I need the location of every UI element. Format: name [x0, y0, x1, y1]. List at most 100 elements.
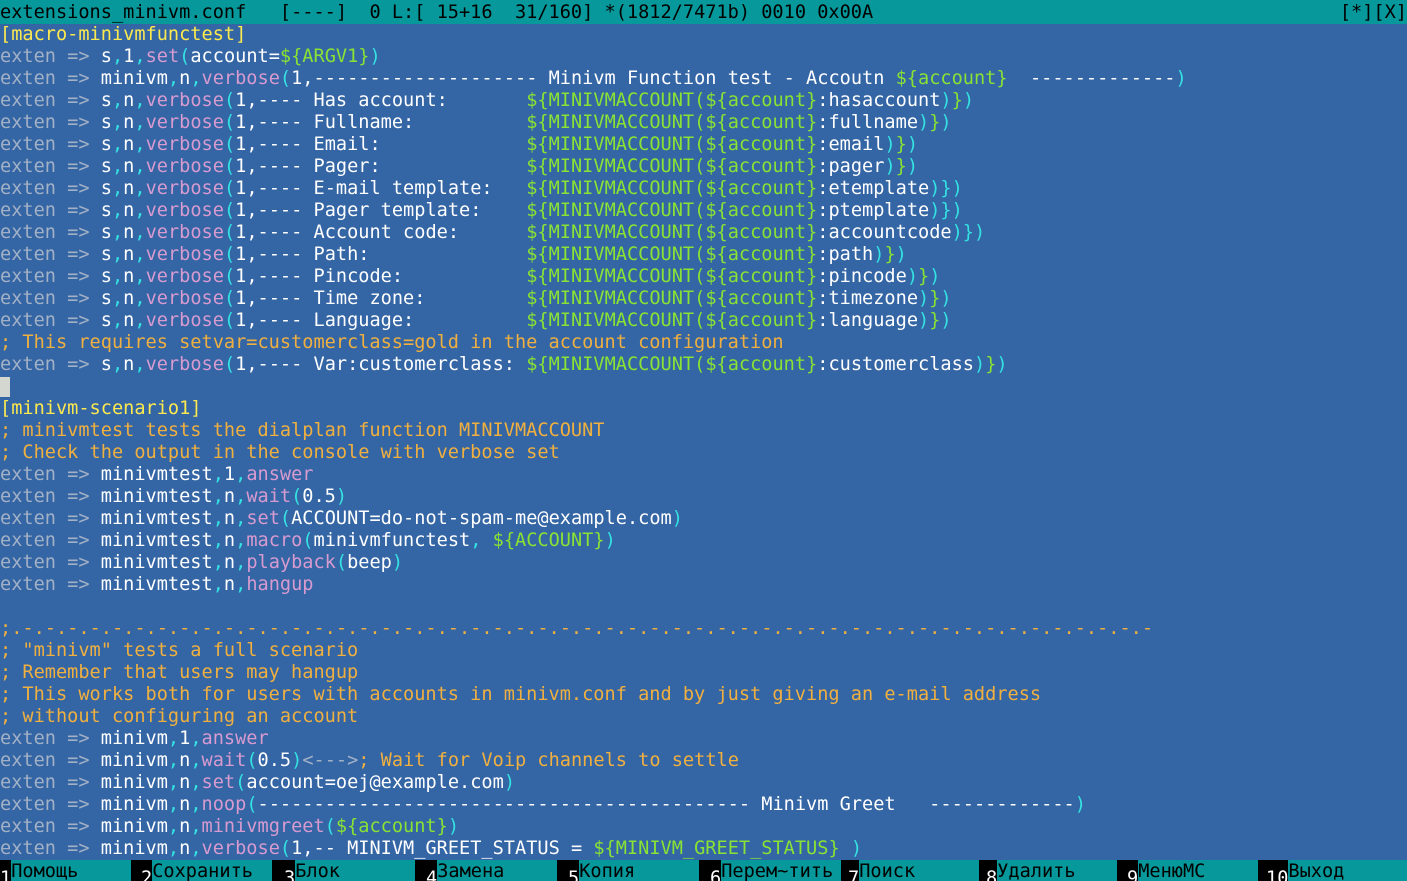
- code-token: set: [201, 772, 236, 793]
- code-token: hangup: [246, 574, 314, 595]
- code-token: minivm: [100, 838, 168, 859]
- code-token: ${MINIVMACCOUNT(${account}: [526, 266, 818, 287]
- code-token: minivm: [100, 816, 168, 837]
- code-token: }: [929, 310, 941, 331]
- code-token: verbose: [145, 310, 224, 331]
- code-token: exten =>: [0, 288, 101, 309]
- code-token: exten =>: [0, 134, 101, 155]
- code-token: (: [223, 90, 236, 111]
- code-token: :customerclass: [817, 354, 974, 375]
- code-token: ): [447, 816, 460, 837]
- code-token: 1,---- Email:: [235, 134, 527, 155]
- code-token: 1,---- Time zone:: [235, 288, 527, 309]
- code-token: exten =>: [0, 772, 101, 793]
- text-cursor: [0, 377, 10, 397]
- code-token: ,: [167, 68, 180, 89]
- fkey-5-button[interactable]: 5Копия: [568, 860, 709, 881]
- code-line: ; "minivm" tests a full scenario: [0, 640, 1407, 662]
- editor-text-area[interactable]: [macro-minivmfunctest] exten => s,1,set(a…: [0, 24, 1407, 860]
- code-token: (: [223, 244, 236, 265]
- status-left: extensions_minivm.conf [----] 0 L:[ 15+1…: [0, 0, 873, 26]
- code-token: ,: [111, 90, 124, 111]
- code-token: n: [123, 222, 135, 243]
- code-token: verbose: [201, 838, 280, 859]
- code-token: verbose: [145, 222, 224, 243]
- code-token: minivmfunctest: [313, 530, 471, 551]
- fkey-10-button[interactable]: 10Выход: [1266, 860, 1407, 881]
- code-token: exten =>: [0, 816, 101, 837]
- code-token: }: [929, 112, 941, 133]
- code-token: verbose: [145, 354, 224, 375]
- fkey-number: 6: [710, 867, 722, 881]
- code-token: ,: [235, 464, 247, 485]
- code-token: exten =>: [0, 222, 101, 243]
- code-token: ): [884, 156, 896, 177]
- code-line: ;.-.-.-.-.-.-.-.-.-.-.-.-.-.-.-.-.-.-.-.…: [0, 618, 1407, 640]
- fkey-label: Замена: [437, 860, 558, 881]
- code-token: n: [123, 112, 135, 133]
- code-token: ,: [167, 816, 180, 837]
- code-token: 1,---- Has account:: [235, 90, 527, 111]
- fkey-7-button[interactable]: 7Поиск: [848, 860, 989, 881]
- code-line: exten => s,n,verbose(1,---- Pager: ${MIN…: [0, 156, 1407, 178]
- fkey-2-button[interactable]: 2Сохранить: [141, 860, 282, 881]
- code-token: n: [223, 574, 236, 595]
- fkey-8-button[interactable]: 8Удалить: [986, 860, 1127, 881]
- function-key-bar: 1Помощь 2Сохранить 3Блок 4Замена 5Копия 6Пере…: [0, 860, 1407, 881]
- code-token: exten =>: [0, 464, 101, 485]
- code-token: ,: [167, 772, 180, 793]
- code-token: ,: [190, 816, 202, 837]
- code-token: (: [235, 772, 247, 793]
- code-token: ): [884, 134, 896, 155]
- window-controls[interactable]: [*][X]: [1340, 0, 1407, 26]
- code-token: ): [1175, 68, 1187, 89]
- fkey-4-button[interactable]: 4Замена: [426, 860, 567, 881]
- code-token: ,: [190, 750, 202, 771]
- code-token: ,: [212, 574, 224, 595]
- code-token: n: [123, 90, 135, 111]
- code-token: ,: [134, 134, 146, 155]
- code-token: 1: [179, 728, 191, 749]
- code-line: ; This requires setvar=customerclass=gol…: [0, 332, 1407, 354]
- code-token: ${MINIVMACCOUNT(${account}: [526, 310, 818, 331]
- code-line: [macro-minivmfunctest]: [0, 24, 1407, 46]
- code-token: ): [839, 838, 863, 859]
- code-token: beep: [347, 552, 392, 573]
- code-line: exten => s,1,set(account=${ARGV1}): [0, 46, 1407, 68]
- code-token: exten =>: [0, 794, 101, 815]
- fkey-number: 5: [568, 867, 580, 881]
- code-token: ,: [134, 288, 146, 309]
- code-token: ${ARGV1}: [279, 46, 370, 67]
- code-token: 1: [123, 46, 135, 67]
- code-token: ,: [134, 178, 146, 199]
- code-token: (: [279, 508, 292, 529]
- fkey-label: Перем~тить: [721, 860, 842, 881]
- code-line: exten => minivmtest,n,wait(0.5): [0, 486, 1407, 508]
- code-token: (: [279, 838, 292, 859]
- code-token: s: [100, 112, 112, 133]
- code-token: n: [179, 68, 191, 89]
- code-line: exten => s,n,verbose(1,---- Fullname: ${…: [0, 112, 1407, 134]
- fkey-3-button[interactable]: 3Блок: [284, 860, 425, 881]
- code-token: ,: [134, 266, 146, 287]
- fkey-1-button[interactable]: 1Помощь: [0, 860, 141, 881]
- code-token: exten =>: [0, 90, 101, 111]
- code-token: )}: [929, 178, 952, 199]
- code-token: 1,---- Pincode:: [235, 266, 527, 287]
- code-token: verbose: [201, 68, 280, 89]
- code-token: n: [123, 178, 135, 199]
- code-token: :pincode: [817, 266, 907, 287]
- fkey-9-button[interactable]: 9МенюMC: [1127, 860, 1268, 881]
- fkey-6-button[interactable]: 6Перем~тить: [710, 860, 851, 881]
- code-token: s: [100, 244, 112, 265]
- code-token: ,: [111, 222, 124, 243]
- code-token: ,: [190, 728, 202, 749]
- fkey-label: МенюMC: [1138, 860, 1259, 881]
- code-token: (: [223, 310, 236, 331]
- code-token: n: [123, 156, 135, 177]
- code-token: )}: [929, 200, 952, 221]
- fkey-number: 8: [986, 867, 998, 881]
- code-token: exten =>: [0, 838, 101, 859]
- code-token: (: [279, 68, 292, 89]
- fkey-number: 3: [284, 867, 296, 881]
